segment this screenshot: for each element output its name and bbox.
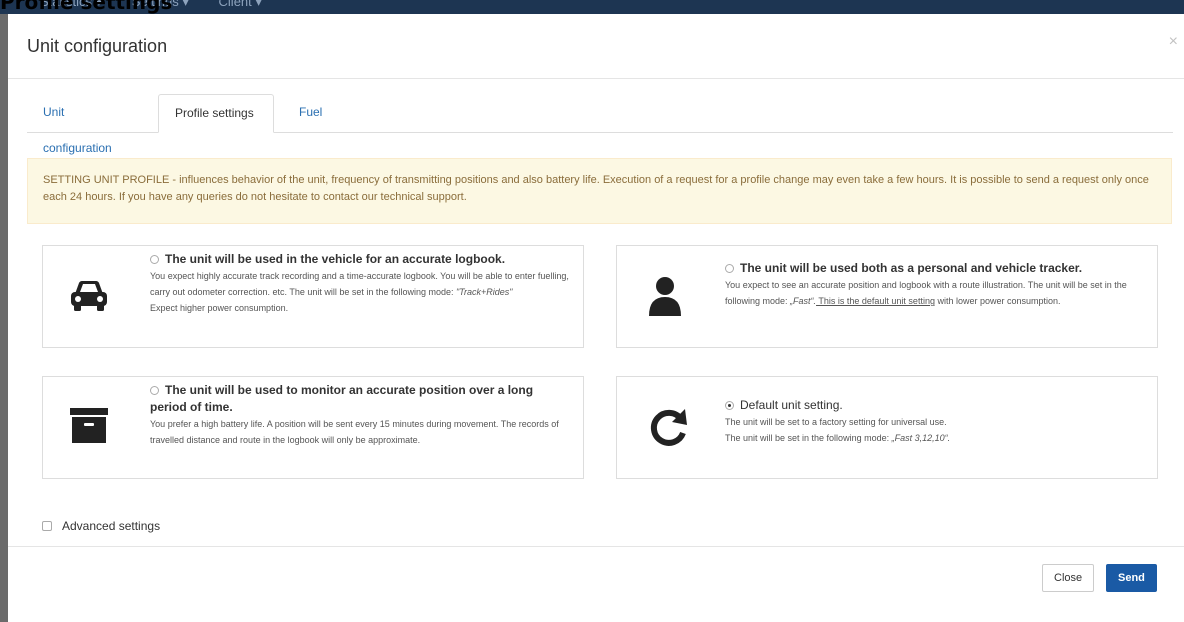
- unit-configuration-modal: Unit configuration × Unit configuration …: [8, 14, 1184, 622]
- personal-mode: „Fast“.: [790, 296, 817, 306]
- modal-footer-divider: [8, 546, 1184, 547]
- backdrop-strip: [0, 14, 8, 622]
- default-title: Default unit setting.: [740, 398, 843, 412]
- refresh-icon: [645, 403, 693, 451]
- archive-box-icon: [65, 403, 113, 451]
- long-term-radio[interactable]: [150, 386, 159, 395]
- close-button[interactable]: Close: [1042, 564, 1095, 592]
- advanced-settings[interactable]: Advanced settings: [42, 519, 160, 533]
- personal-radio[interactable]: [725, 264, 734, 273]
- default-mode-text: The unit will be set in the following mo…: [725, 433, 892, 443]
- close-icon[interactable]: ×: [1169, 33, 1178, 51]
- tab-profile-settings[interactable]: Profile settings: [158, 94, 274, 133]
- tab-bar: Unit configuration Profile settings Fuel: [27, 94, 1173, 155]
- logbook-mode: "Track+Rides": [455, 287, 513, 297]
- default-radio[interactable]: [725, 401, 734, 410]
- nav-client[interactable]: Client ▾: [219, 0, 262, 9]
- car-icon: [65, 272, 113, 320]
- advanced-settings-label: Advanced settings: [62, 519, 161, 533]
- profile-option-personal[interactable]: The unit will be used both as a personal…: [616, 245, 1158, 348]
- personal-power-note: with lower power consumption.: [934, 296, 1061, 306]
- personal-default-note: This is the default unit setting: [816, 296, 935, 306]
- tab-fuel[interactable]: Fuel: [283, 94, 343, 131]
- person-icon: [645, 272, 693, 320]
- profile-option-long-term[interactable]: The unit will be used to monitor an accu…: [42, 376, 584, 479]
- logbook-radio[interactable]: [150, 255, 159, 264]
- default-mode: „Fast 3,12,10“.: [891, 433, 951, 443]
- top-navbar: Statistics ▾ Settings ▾ Client ▾: [0, 0, 1184, 14]
- profile-option-logbook[interactable]: The unit will be used in the vehicle for…: [42, 245, 584, 348]
- advanced-settings-checkbox[interactable]: [42, 521, 52, 531]
- personal-title: The unit will be used both as a personal…: [740, 261, 1083, 275]
- default-description: The unit will be set to a factory settin…: [725, 417, 947, 427]
- modal-title: Unit configuration: [27, 36, 168, 56]
- long-term-title: The unit will be used to monitor an accu…: [150, 383, 534, 414]
- profile-option-default[interactable]: Default unit setting. The unit will be s…: [616, 376, 1158, 479]
- profile-info-alert: SETTING UNIT PROFILE - influences behavi…: [27, 158, 1172, 224]
- send-button[interactable]: Send: [1106, 564, 1157, 592]
- page-heading: Profile settings: [0, 0, 173, 14]
- long-term-description: You prefer a high battery life. A positi…: [150, 419, 559, 445]
- modal-header: Unit configuration ×: [8, 14, 1184, 79]
- tab-unit-configuration[interactable]: Unit configuration: [27, 94, 150, 155]
- logbook-power-note: Expect higher power consumption.: [150, 303, 289, 313]
- logbook-title: The unit will be used in the vehicle for…: [165, 252, 506, 266]
